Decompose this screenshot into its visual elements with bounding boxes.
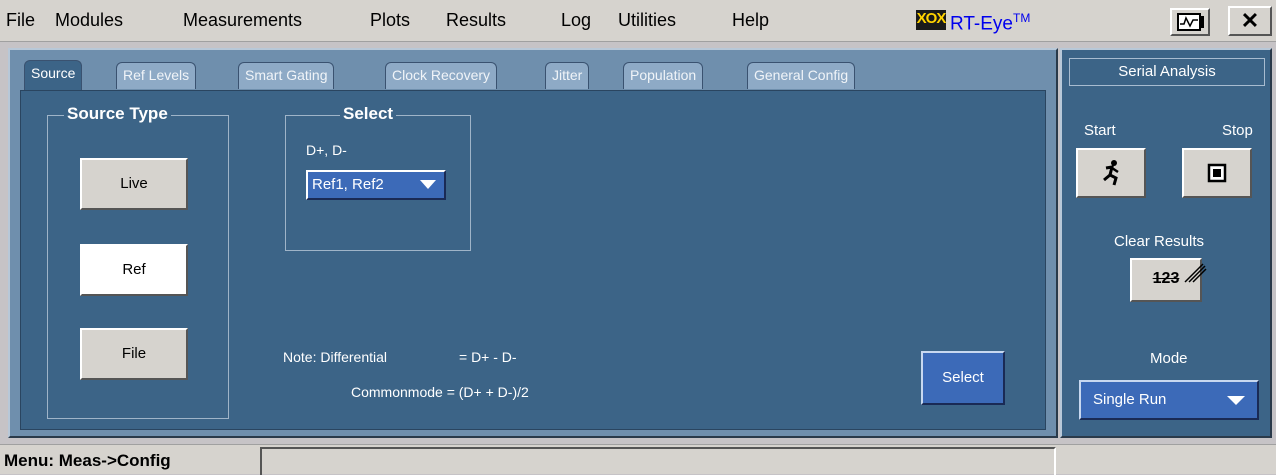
eraser-icon	[1184, 263, 1207, 283]
status-bar: Menu: Meas->Config	[0, 444, 1276, 475]
mode-value: Single Run	[1093, 391, 1167, 408]
source-live-button[interactable]: Live	[80, 158, 188, 210]
tab-ref-levels[interactable]: Ref Levels	[116, 62, 197, 89]
tab-smart-gating[interactable]: Smart Gating	[238, 62, 335, 89]
serial-analysis-panel: Serial Analysis Start Stop Clear Results…	[1060, 48, 1272, 438]
stop-button[interactable]	[1182, 148, 1252, 198]
differential-note-label: Note: Differential	[283, 349, 388, 365]
running-man-icon	[1103, 160, 1119, 186]
menu-file[interactable]: File	[6, 10, 35, 31]
stop-label: Stop	[1222, 122, 1253, 139]
status-text: Menu: Meas->Config	[4, 451, 171, 470]
source-ref-button[interactable]: Ref	[80, 244, 188, 296]
start-button[interactable]	[1076, 148, 1146, 198]
commonmode-formula: Commonmode = (D+ + D-)/2	[351, 384, 529, 400]
menu-utilities[interactable]: Utilities	[618, 10, 676, 31]
tab-source[interactable]: Source	[24, 60, 83, 90]
measurement-config-panel: Source Ref Levels Smart Gating Clock Rec…	[8, 48, 1058, 438]
product-name-text: RT-Eye	[950, 13, 1014, 35]
dropdown-arrow-icon	[420, 180, 436, 189]
serial-analysis-title: Serial Analysis	[1069, 58, 1265, 86]
select-group-title: Select	[340, 104, 397, 124]
stop-icon	[1207, 163, 1227, 183]
source-type-group: Source Type Live Ref File	[47, 104, 229, 419]
tab-clock-recovery[interactable]: Clock Recovery	[385, 62, 498, 89]
clear-results-label: Clear Results	[1114, 233, 1205, 250]
menu-plots[interactable]: Plots	[370, 10, 410, 31]
scope-view-button[interactable]	[1170, 8, 1210, 36]
menu-help[interactable]: Help	[732, 10, 769, 31]
channel-label: D+, D-	[306, 142, 347, 158]
close-icon: ✕	[1240, 8, 1260, 33]
differential-formula: = D+ - D-	[459, 349, 517, 365]
product-name: RT-EyeTM	[950, 11, 1030, 35]
start-label: Start	[1084, 122, 1116, 139]
clear-results-icon-text: 123	[1152, 270, 1180, 287]
tab-jitter[interactable]: Jitter	[545, 62, 590, 89]
source-file-button[interactable]: File	[80, 328, 188, 380]
mode-label: Mode	[1150, 350, 1188, 367]
dropdown-arrow-icon	[1227, 396, 1245, 405]
trademark-symbol: TM	[1013, 11, 1031, 25]
source-type-title: Source Type	[64, 104, 171, 124]
select-group: Select D+, D- Ref1, Ref2	[285, 104, 471, 251]
ref-source-value: Ref1, Ref2	[312, 176, 384, 193]
menu-bar: File Modules Measurements Plots Results …	[0, 0, 1276, 42]
tab-population[interactable]: Population	[623, 62, 704, 89]
clear-results-icon: 123	[1152, 263, 1207, 288]
tek-logo: XOX	[916, 10, 947, 27]
select-button[interactable]: Select	[921, 351, 1005, 405]
source-tab-content: Source Type Live Ref File Select D+, D- …	[20, 90, 1046, 430]
menu-modules[interactable]: Modules	[55, 10, 123, 31]
close-button[interactable]: ✕	[1228, 6, 1272, 36]
scope-icon	[1177, 13, 1204, 31]
mode-dropdown[interactable]: Single Run	[1079, 380, 1259, 420]
ref-source-dropdown[interactable]: Ref1, Ref2	[306, 170, 446, 200]
clear-results-button[interactable]: 123	[1130, 258, 1207, 302]
menu-results[interactable]: Results	[446, 10, 506, 31]
menu-measurements[interactable]: Measurements	[183, 10, 302, 31]
status-message-field	[260, 447, 1056, 475]
tab-general-config[interactable]: General Config	[747, 62, 856, 89]
menu-log[interactable]: Log	[561, 10, 591, 31]
